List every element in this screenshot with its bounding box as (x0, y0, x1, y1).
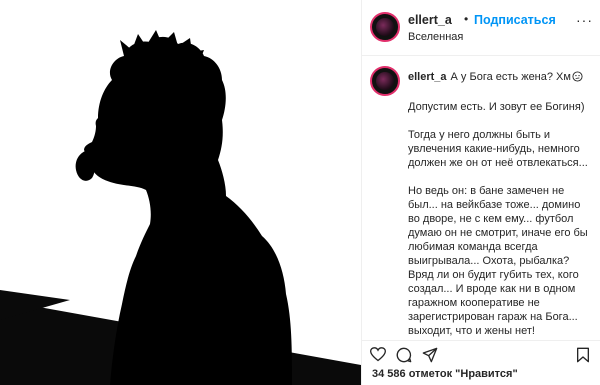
post-caption: ellert_a А у Бога есть жена? Хм Допустим … (408, 70, 594, 338)
caption-line-3: Тогда у него должны быть и увлечения как… (408, 129, 588, 169)
header-username[interactable]: ellert_a (408, 13, 452, 27)
header-separator: • (464, 12, 469, 26)
share-icon[interactable] (422, 347, 438, 368)
caption-avatar[interactable] (370, 66, 400, 96)
post-photo[interactable] (0, 0, 361, 385)
post-header: ellert_a • Подписаться Вселенная ··· (362, 0, 600, 56)
bookmark-icon[interactable] (576, 347, 590, 368)
user-avatar[interactable] (370, 12, 400, 42)
caption-line-1: А у Бога есть жена? Хм (450, 71, 571, 83)
thinking-face-icon (572, 71, 583, 86)
caption-line-4: Но ведь он: в бане замечен не был... на … (408, 185, 588, 337)
post-sidebar: ellert_a • Подписаться Вселенная ··· ell… (361, 0, 600, 385)
heart-icon[interactable] (369, 347, 387, 367)
likes-count[interactable]: 34 586 отметок "Нравится" (372, 368, 518, 380)
post-location[interactable]: Вселенная (408, 31, 463, 43)
post-actions (362, 340, 600, 364)
comment-icon[interactable] (396, 347, 412, 368)
caption-username[interactable]: ellert_a (408, 71, 447, 83)
instagram-post: ellert_a • Подписаться Вселенная ··· ell… (0, 0, 600, 385)
more-options-icon[interactable]: ··· (576, 12, 593, 28)
caption-line-2: Допустим есть. И зовут ее Богиня) (408, 101, 585, 113)
silhouette-photo (0, 0, 361, 385)
caption-first-line: ellert_a А у Бога есть жена? Хм (408, 71, 583, 83)
follow-button[interactable]: Подписаться (474, 13, 556, 27)
